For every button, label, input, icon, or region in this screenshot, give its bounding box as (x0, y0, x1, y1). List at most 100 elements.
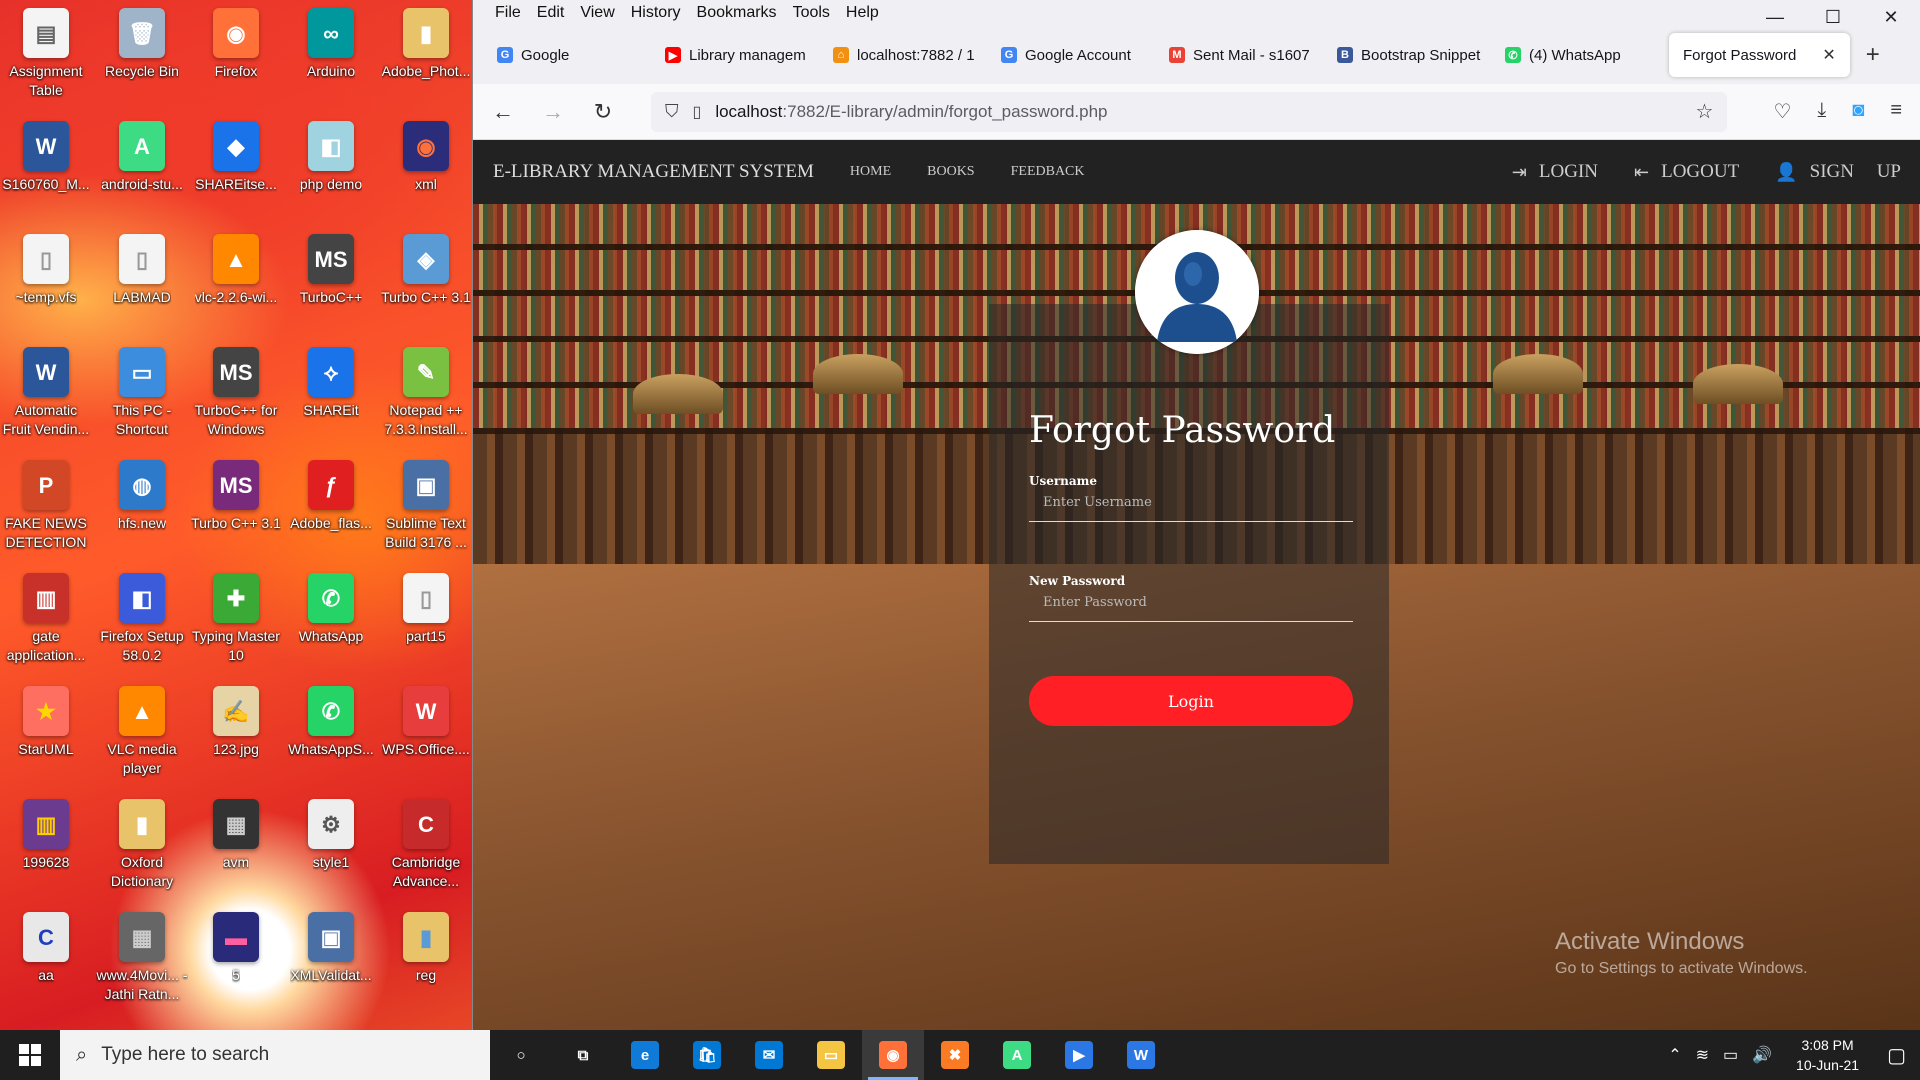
desktop-icon[interactable]: ◧ Firefox Setup 58.0.2 (96, 573, 188, 665)
battery-icon[interactable]: ▭ (1723, 1045, 1738, 1065)
taskbar-firefox-button[interactable]: ◉ (862, 1030, 924, 1080)
menu-item-bookmarks[interactable]: Bookmarks (697, 4, 777, 22)
desktop-icon[interactable]: ▯ ~temp.vfs (0, 234, 92, 307)
desktop-icon[interactable]: ƒ Adobe_flas... (285, 460, 377, 533)
taskbar-android-studio-button[interactable]: A (986, 1030, 1048, 1080)
url-bar[interactable]: ⛉ ▯ localhost:7882/E-library/admin/forgo… (651, 91, 1728, 132)
desktop-icon[interactable]: ▯ LABMAD (96, 234, 188, 307)
desktop-icon[interactable]: MS TurboC++ for Windows (190, 347, 282, 439)
desktop-icon[interactable]: ▦ www.4Movi... - Jathi Ratn... (96, 912, 188, 1004)
desktop-icon[interactable]: ▮ Adobe_Phot... (380, 8, 472, 81)
menu-item-tools[interactable]: Tools (793, 4, 830, 22)
desktop-icon[interactable]: ▭ This PC - Shortcut (96, 347, 188, 439)
menu-item-file[interactable]: File (495, 4, 521, 22)
desktop-icon[interactable]: ▤ Assignment Table (0, 8, 92, 100)
site-brand[interactable]: E-LIBRARY MANAGEMENT SYSTEM (493, 161, 814, 183)
chevron-up-icon[interactable]: ⌃ (1668, 1045, 1681, 1065)
desktop-icon[interactable]: ◉ xml (380, 121, 472, 194)
tab-forgot-password[interactable]: Forgot Password ✕ (1669, 33, 1850, 77)
desktop-icon[interactable]: ★ StarUML (0, 686, 92, 759)
notification-icon[interactable]: ▢ (1887, 1043, 1906, 1068)
desktop-icon[interactable]: ▬ 5 (190, 912, 282, 985)
menu-item-edit[interactable]: Edit (537, 4, 565, 22)
desktop-icon[interactable]: ▮ reg (380, 912, 472, 985)
reload-icon[interactable]: ↻ (591, 99, 615, 125)
maximize-button[interactable]: ☐ (1804, 0, 1862, 34)
menu-item-help[interactable]: Help (846, 4, 879, 22)
desktop-icon[interactable]: ▥ 199628 (0, 799, 92, 872)
desktop-icon[interactable]: Aandroid-stu... (96, 121, 188, 194)
taskbar-wps-button[interactable]: W (1110, 1030, 1172, 1080)
desktop-icon[interactable]: ▲ VLC media player (96, 686, 188, 778)
taskbar-cortana-button[interactable]: ○ (490, 1030, 552, 1080)
start-button[interactable] (0, 1030, 60, 1080)
desktop-icon[interactable]: ✆ WhatsApp (285, 573, 377, 646)
login-button[interactable]: Login (1029, 676, 1353, 726)
desktop-icon[interactable]: ▯ part15 (380, 573, 472, 646)
desktop-icon[interactable]: ▮ Oxford Dictionary (96, 799, 188, 891)
minimize-button[interactable]: — (1746, 0, 1804, 34)
nav-books-link[interactable]: BOOKS (927, 164, 974, 180)
browser-tab[interactable]: ✆ (4) WhatsApp (1491, 33, 1657, 77)
desktop-icon[interactable]: ▣ XMLValidat... (285, 912, 377, 985)
browser-tab[interactable]: ⌂ localhost:7882 / 1 (819, 33, 985, 77)
desktop-icon[interactable]: ⟡ SHAREit (285, 347, 377, 420)
back-icon[interactable]: ← (491, 99, 515, 125)
desktop-icon[interactable]: ◉ Firefox (190, 8, 282, 81)
desktop-icon[interactable]: W S160760_M... (0, 121, 92, 194)
wifi-icon[interactable]: ≋ (1696, 1045, 1709, 1065)
taskbar-media-button[interactable]: ▶ (1048, 1030, 1110, 1080)
browser-tab[interactable]: ▶ Library managem (651, 33, 817, 77)
clock[interactable]: 3:08 PM 10-Jun-21 (1796, 1035, 1859, 1075)
desktop-icon[interactable]: ▣ Sublime Text Build 3176 ... (380, 460, 472, 552)
browser-tab[interactable]: G Google Account (987, 33, 1153, 77)
taskbar-task-view-button[interactable]: ⧉ (552, 1030, 614, 1080)
nav-feedback-link[interactable]: FEEDBACK (1011, 164, 1085, 180)
menu-item-view[interactable]: View (580, 4, 614, 22)
new-tab-button[interactable]: + (1866, 41, 1880, 69)
desktop-icon[interactable]: W Automatic Fruit Vendin... (0, 347, 92, 439)
desktop-icon[interactable]: Caa (0, 912, 92, 985)
desktop-icon[interactable]: ▲ vlc-2.2.6-wi... (190, 234, 282, 307)
nav-login-link[interactable]: ⇥ LOGIN (1512, 161, 1598, 183)
desktop-icon[interactable]: MS Turbo C++ 3.1 (190, 460, 282, 533)
desktop-icon[interactable]: P FAKE NEWS DETECTION (0, 460, 92, 552)
volume-icon[interactable]: 🔊 (1752, 1045, 1772, 1065)
forward-icon[interactable]: → (541, 99, 565, 125)
desktop-icon[interactable]: MS TurboC++ (285, 234, 377, 307)
app-menu-icon[interactable]: ≡ (1890, 99, 1902, 124)
desktop-icon[interactable]: ◆ SHAREitse... (190, 121, 282, 194)
nav-home-link[interactable]: HOME (850, 164, 891, 180)
menu-item-history[interactable]: History (631, 4, 681, 22)
close-tab-icon[interactable]: ✕ (1822, 45, 1835, 65)
desktop-icon[interactable]: ◧ php demo (285, 121, 377, 194)
desktop-icon[interactable]: W WPS.Office.... (380, 686, 472, 759)
taskbar-mail-button[interactable]: ✉ (738, 1030, 800, 1080)
desktop-icon[interactable]: C Cambridge Advance... (380, 799, 472, 891)
taskbar-edge-button[interactable]: e (614, 1030, 676, 1080)
desktop-icon[interactable]: ✆ WhatsAppS... (285, 686, 377, 759)
desktop-icon[interactable]: ▦ avm (190, 799, 282, 872)
desktop-icon[interactable]: ⚙ style1 (285, 799, 377, 872)
taskbar-store-button[interactable]: 🛍 (676, 1030, 738, 1080)
pocket-icon[interactable]: ♡ (1773, 99, 1791, 124)
username-input[interactable] (1029, 484, 1353, 522)
extension-icon[interactable]: ◙ (1852, 99, 1864, 124)
browser-tab[interactable]: G Google (483, 33, 649, 77)
desktop-icon[interactable]: 🗑 Recycle Bin (96, 8, 188, 81)
desktop-icon[interactable]: ✍ 123.jpg (190, 686, 282, 759)
taskbar-xampp-button[interactable]: ✖ (924, 1030, 986, 1080)
taskbar-search[interactable]: ⌕ Type here to search (60, 1030, 490, 1080)
downloads-icon[interactable]: ⤓ (1817, 99, 1826, 124)
nav-logout-link[interactable]: ⇤ LOGOUT (1634, 161, 1739, 183)
desktop-icon[interactable]: ◍ hfs.new (96, 460, 188, 533)
close-window-button[interactable]: ✕ (1862, 0, 1920, 34)
desktop-icon[interactable]: ▥ gate application... (0, 573, 92, 665)
new-password-input[interactable] (1029, 584, 1353, 622)
taskbar-file-explorer-button[interactable]: ▭ (800, 1030, 862, 1080)
desktop-icon[interactable]: ◈ Turbo C++ 3.1 (380, 234, 472, 307)
browser-tab[interactable]: M Sent Mail - s1607 (1155, 33, 1321, 77)
desktop-icon[interactable]: ∞ Arduino (285, 8, 377, 81)
url-text[interactable]: localhost:7882/E-library/admin/forgot_pa… (715, 102, 1107, 122)
bookmark-star-icon[interactable]: ☆ (1696, 99, 1714, 124)
